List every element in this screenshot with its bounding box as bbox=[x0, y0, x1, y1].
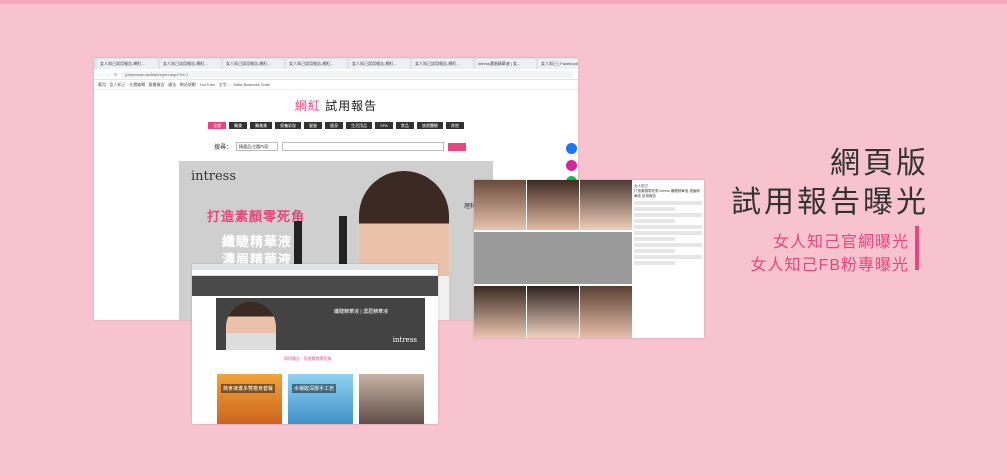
post-sidebar: 女人知己 打造素顏零死角 intress 纖睫精華液 濃眉精華液 試用報告 bbox=[634, 184, 702, 267]
accent-bar bbox=[915, 226, 919, 270]
page-title-highlight: 網紅 bbox=[294, 99, 321, 113]
grid-photo[interactable] bbox=[580, 180, 632, 230]
grid-photo[interactable] bbox=[527, 286, 579, 338]
page-title: 網紅 試用報告 bbox=[94, 97, 578, 114]
browser-tab[interactable]: 女人知己試用報告-網紅... bbox=[286, 59, 347, 69]
grid-photo[interactable] bbox=[474, 286, 526, 338]
bookmarks-bar[interactable]: 應用 · 女人知己 · 社團編輯 · 臉書廣告 · 廣告 · 網站規劃 · Yo… bbox=[94, 80, 578, 90]
photo-grid bbox=[474, 180, 632, 338]
grid-photo[interactable] bbox=[527, 180, 579, 230]
search-button[interactable] bbox=[448, 142, 467, 151]
browser-tab[interactable]: 女人知己試用報告-網紅... bbox=[223, 59, 284, 69]
grid-product-banner[interactable] bbox=[474, 232, 632, 284]
search-row: 搜尋： 精選品/主題內容 bbox=[214, 142, 467, 151]
inset-banner-text: 纖睫精華液 | 濃眉精華液 bbox=[334, 309, 389, 315]
browser-tab[interactable]: 女人知己試用報告-網紅... bbox=[160, 59, 221, 69]
text-line bbox=[634, 219, 675, 223]
nav-item[interactable]: 瘦身 bbox=[325, 122, 344, 129]
back-icon[interactable]: ← bbox=[98, 72, 102, 77]
reload-icon[interactable]: ↻ bbox=[114, 72, 117, 77]
nav-item[interactable]: 其他 bbox=[445, 122, 464, 129]
search-category-select[interactable]: 精選品/主題內容 bbox=[236, 142, 279, 151]
instagram-icon[interactable] bbox=[566, 160, 577, 171]
heading-line-1: 網頁版 bbox=[830, 147, 929, 180]
subheading-fb-exposure: 女人知己FB粉專曝光 bbox=[750, 257, 909, 274]
nav-item[interactable]: 醫美 bbox=[229, 122, 248, 129]
text-line bbox=[634, 225, 702, 229]
top-band bbox=[0, 0, 1007, 4]
inset-card-title: 蔬食凍盞多雙瘦身套餐 bbox=[221, 384, 276, 393]
banner-line-1: 纖睫精華液 bbox=[222, 234, 293, 249]
text-line bbox=[634, 261, 675, 265]
browser-tab[interactable]: 女人知己 | Facebook bbox=[538, 59, 578, 69]
page-title-text: 試用報告 bbox=[320, 99, 378, 113]
grid-photo[interactable] bbox=[474, 180, 526, 230]
search-label: 搜尋： bbox=[214, 145, 233, 151]
text-line bbox=[634, 243, 702, 247]
address-bar: ← → ↻ justwoman.tw/trial/report.aspx?id=… bbox=[94, 69, 578, 80]
inset-card-title: 水楊酸深層手工皂 bbox=[292, 384, 337, 393]
text-line bbox=[634, 249, 675, 253]
search-input[interactable] bbox=[282, 142, 445, 151]
browser-tab[interactable]: intress濃眉精華液 | 女... bbox=[475, 59, 536, 69]
nav-item[interactable]: 保養彩妝 bbox=[275, 122, 302, 129]
category-nav: 全部 醫美 醫美美 保養彩妝 髮髮 瘦身 生活用品 SPA 食品 旅遊體驗 其他 bbox=[94, 122, 578, 129]
inset-banner-brand: intress bbox=[392, 336, 417, 344]
inset-endorser-photo bbox=[226, 302, 276, 350]
inset-banner[interactable]: 纖睫精華液 | 濃眉精華液 intress bbox=[216, 298, 425, 350]
heading-line-2: 試用報告曝光 bbox=[731, 186, 929, 219]
nav-item[interactable]: 旅遊體驗 bbox=[416, 122, 443, 129]
fb-post-text: 打造素顏零死角 intress 纖睫精華液 濃眉精華液 試用報告 bbox=[634, 189, 700, 198]
text-line bbox=[634, 207, 675, 211]
inset-caption: 試用報告 · 打造素顏零死角 bbox=[284, 356, 332, 361]
inset-nav bbox=[192, 276, 438, 296]
facebook-icon[interactable] bbox=[566, 143, 577, 154]
inset-website-screenshot: 纖睫精華液 | 濃眉精華液 intress 試用報告 · 打造素顏零死角 蔬食凍… bbox=[192, 264, 438, 424]
browser-tab[interactable]: 女人知己試用報告-網紅... bbox=[97, 59, 158, 69]
subheading-website-exposure: 女人知己官網曝光 bbox=[772, 234, 909, 251]
inset-card[interactable] bbox=[359, 374, 424, 424]
nav-item[interactable]: 生活用品 bbox=[346, 122, 373, 129]
nav-item[interactable]: 食品 bbox=[395, 122, 414, 129]
text-line bbox=[634, 255, 702, 259]
banner-brand: intress bbox=[191, 169, 237, 184]
forward-icon[interactable]: → bbox=[106, 72, 110, 77]
text-line bbox=[634, 231, 702, 235]
browser-tab[interactable]: 女人知己試用報告-網紅... bbox=[349, 59, 410, 69]
text-line bbox=[634, 201, 702, 205]
banner-headline: 打造素顏零死角 bbox=[207, 209, 306, 224]
nav-item[interactable]: 髮髮 bbox=[304, 122, 323, 129]
nav-item[interactable]: SPA bbox=[375, 122, 393, 129]
text-line bbox=[634, 237, 675, 241]
inset-cards: 蔬食凍盞多雙瘦身套餐 水楊酸深層手工皂 bbox=[217, 374, 424, 424]
inset-card[interactable]: 蔬食凍盞多雙瘦身套餐 bbox=[217, 374, 282, 424]
url-field[interactable]: justwoman.tw/trial/report.aspx?id=1 bbox=[121, 70, 574, 78]
browser-tab-strip: 女人知己試用報告-網紅... 女人知己試用報告-網紅... 女人知己試用報告-網… bbox=[94, 58, 578, 69]
grid-photo[interactable] bbox=[580, 286, 632, 338]
inset-card[interactable]: 水楊酸深層手工皂 bbox=[288, 374, 353, 424]
facebook-post-screenshot: 女人知己 打造素顏零死角 intress 纖睫精華液 濃眉精華液 試用報告 bbox=[474, 180, 704, 338]
browser-tab[interactable]: 女人知己試用報告-網紅... bbox=[412, 59, 473, 69]
text-line bbox=[634, 213, 702, 217]
nav-item[interactable]: 醫美美 bbox=[250, 122, 273, 129]
nav-item-all[interactable]: 全部 bbox=[208, 122, 227, 129]
